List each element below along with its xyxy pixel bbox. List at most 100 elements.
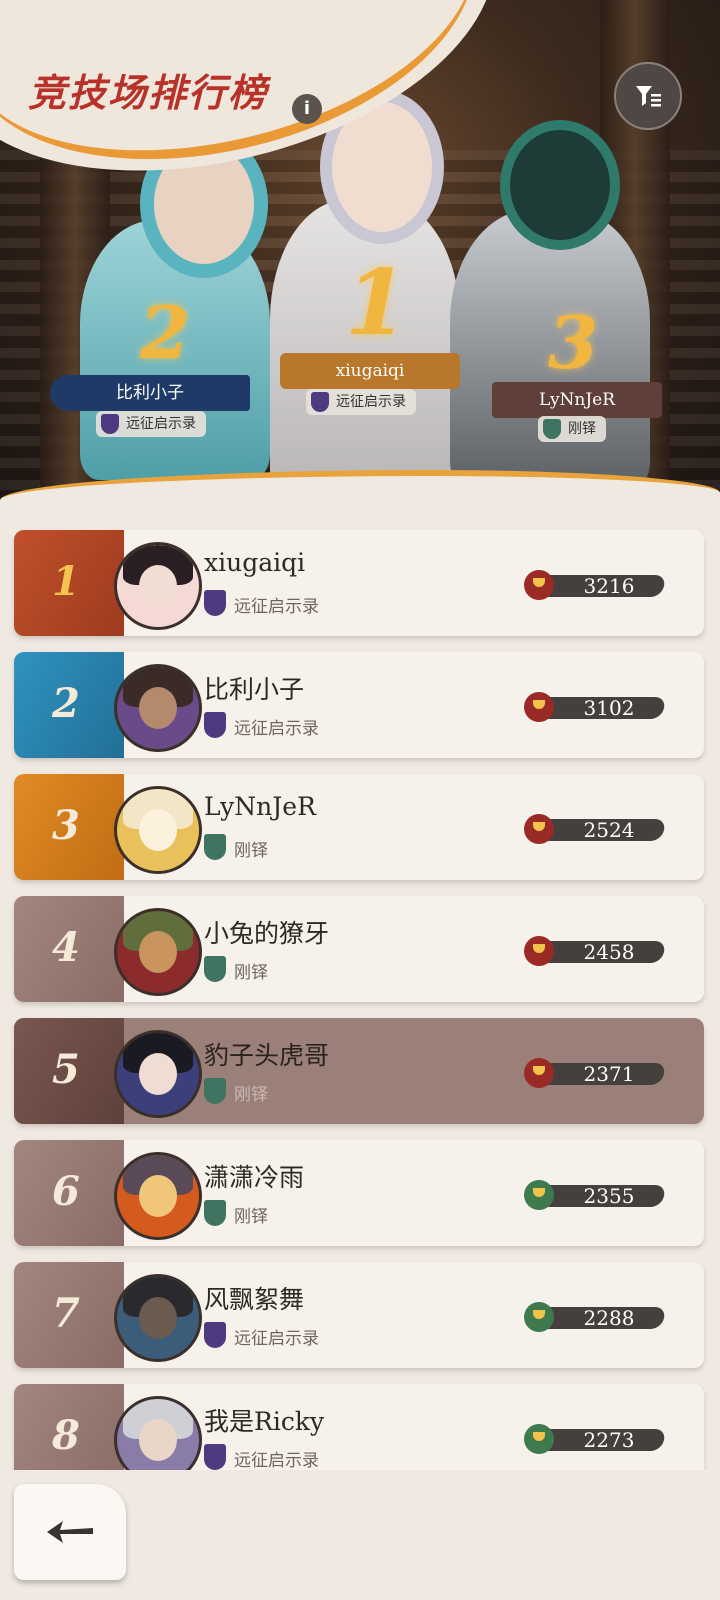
guild-badge-icon	[204, 1078, 226, 1104]
guild-name: 远征启示录	[234, 1451, 319, 1471]
score-display: 3102	[524, 692, 667, 722]
avatar[interactable]	[114, 1152, 202, 1240]
rank-number: 2	[52, 680, 80, 727]
ranking-row[interactable]: 4 小兔的獠牙 刚铎 2458	[14, 896, 704, 1002]
rank-block: 7	[14, 1262, 124, 1368]
score-value: 3102	[583, 696, 635, 720]
score-value: 2458	[583, 940, 635, 964]
guild-name: 远征启示录	[234, 719, 319, 739]
podium-banner: 竞技场排行榜 i 2 1 3 比利小子 xiugaiqi LyNnJeR 远征启…	[0, 0, 720, 520]
rank-number: 5	[52, 1046, 80, 1093]
back-button[interactable]	[14, 1484, 126, 1580]
podium-guild-3: 刚铎	[538, 416, 606, 442]
player-name: LyNnJeR	[204, 792, 316, 821]
podium-place-number: 1	[345, 250, 408, 356]
player-name: 风飘絮舞	[204, 1285, 305, 1314]
rank-number: 1	[52, 558, 80, 605]
filter-button[interactable]	[614, 62, 682, 130]
guild-name: 远征启示录	[234, 597, 319, 617]
score-display: 3216	[524, 570, 667, 600]
avatar[interactable]	[114, 664, 202, 752]
guild-badge-icon	[543, 419, 561, 439]
guild-name: 刚铎	[234, 841, 268, 861]
podium-name-2[interactable]: 比利小子	[50, 375, 250, 411]
score-value: 2288	[583, 1306, 635, 1330]
podium-guild-label: 远征启示录	[126, 416, 196, 432]
player-name: 我是Ricky	[204, 1407, 325, 1436]
trophy-icon	[524, 1302, 554, 1332]
podium-name-1[interactable]: xiugaiqi	[280, 353, 460, 389]
trophy-icon	[524, 814, 554, 844]
avatar[interactable]	[114, 1274, 202, 1362]
ranking-row-self[interactable]: 5 豹子头虎哥 刚铎 2371	[14, 1018, 704, 1124]
ranking-list[interactable]: 1 xiugaiqi 远征启示录 3216 2 比利小子 远征启示录 3102 …	[0, 522, 720, 1472]
info-icon[interactable]: i	[292, 94, 322, 124]
ranking-row[interactable]: 6 潇潇冷雨 刚铎 2355	[14, 1140, 704, 1246]
guild-badge-icon	[204, 712, 226, 738]
score-display: 2371	[524, 1058, 667, 1088]
guild-badge-icon	[101, 414, 119, 434]
guild-badge-icon	[204, 590, 226, 616]
score-value: 2524	[583, 818, 635, 842]
player-name: 豹子头虎哥	[204, 1041, 330, 1070]
ranking-row[interactable]: 7 风飘絮舞 远征启示录 2288	[14, 1262, 704, 1368]
score-display: 2524	[524, 814, 667, 844]
guild-badge-icon	[311, 392, 329, 412]
score-display: 2288	[524, 1302, 667, 1332]
podium-guild-1: 远征启示录	[306, 389, 416, 415]
guild-badge-icon	[204, 956, 226, 982]
rank-block: 4	[14, 896, 124, 1002]
trophy-icon	[524, 1180, 554, 1210]
podium-guild-label: 刚铎	[568, 421, 596, 437]
avatar[interactable]	[114, 786, 202, 874]
player-name: xiugaiqi	[204, 548, 306, 577]
ranking-row[interactable]: 3 LyNnJeR 刚铎 2524	[14, 774, 704, 880]
trophy-icon	[524, 1424, 554, 1454]
back-arrow-icon	[47, 1521, 93, 1543]
rank-number: 4	[52, 924, 80, 971]
guild-name: 远征启示录	[234, 1329, 319, 1349]
rank-block: 5	[14, 1018, 124, 1124]
trophy-icon	[524, 1058, 554, 1088]
score-value: 3216	[583, 574, 635, 598]
avatar[interactable]	[114, 1030, 202, 1118]
rank-block: 1	[14, 530, 124, 636]
avatar[interactable]	[114, 1396, 202, 1472]
player-name: 潇潇冷雨	[204, 1163, 305, 1192]
rank-number: 6	[52, 1168, 80, 1215]
podium-guild-2: 远征启示录	[96, 411, 206, 437]
podium-place-number: 2	[140, 290, 191, 375]
ranking-row[interactable]: 2 比利小子 远征启示录 3102	[14, 652, 704, 758]
score-display: 2355	[524, 1180, 667, 1210]
trophy-icon	[524, 570, 554, 600]
avatar[interactable]	[114, 908, 202, 996]
ranking-row[interactable]: 1 xiugaiqi 远征启示录 3216	[14, 530, 704, 636]
podium-place-number: 3	[548, 300, 599, 385]
rank-number: 7	[52, 1290, 80, 1337]
rank-block: 2	[14, 652, 124, 758]
guild-badge-icon	[204, 834, 226, 860]
score-value: 2273	[583, 1428, 635, 1452]
score-value: 2355	[583, 1184, 635, 1208]
rank-number: 3	[52, 802, 80, 849]
podium-name-3[interactable]: LyNnJeR	[492, 382, 662, 418]
score-display: 2273	[524, 1424, 667, 1454]
rank-block: 8	[14, 1384, 124, 1472]
ranking-row[interactable]: 8 我是Ricky 远征启示录 2273	[14, 1384, 704, 1472]
guild-badge-icon	[204, 1200, 226, 1226]
trophy-icon	[524, 692, 554, 722]
guild-name: 刚铎	[234, 963, 268, 983]
guild-name: 刚铎	[234, 1207, 268, 1227]
score-display: 2458	[524, 936, 667, 966]
guild-badge-icon	[204, 1444, 226, 1470]
guild-name: 刚铎	[234, 1085, 268, 1105]
avatar[interactable]	[114, 542, 202, 630]
filter-icon	[636, 86, 661, 107]
rank-block: 6	[14, 1140, 124, 1246]
rank-number: 8	[52, 1412, 80, 1459]
score-value: 2371	[583, 1062, 635, 1086]
guild-badge-icon	[204, 1322, 226, 1348]
player-name: 比利小子	[204, 675, 305, 704]
player-name: 小兔的獠牙	[204, 919, 330, 948]
trophy-icon	[524, 936, 554, 966]
